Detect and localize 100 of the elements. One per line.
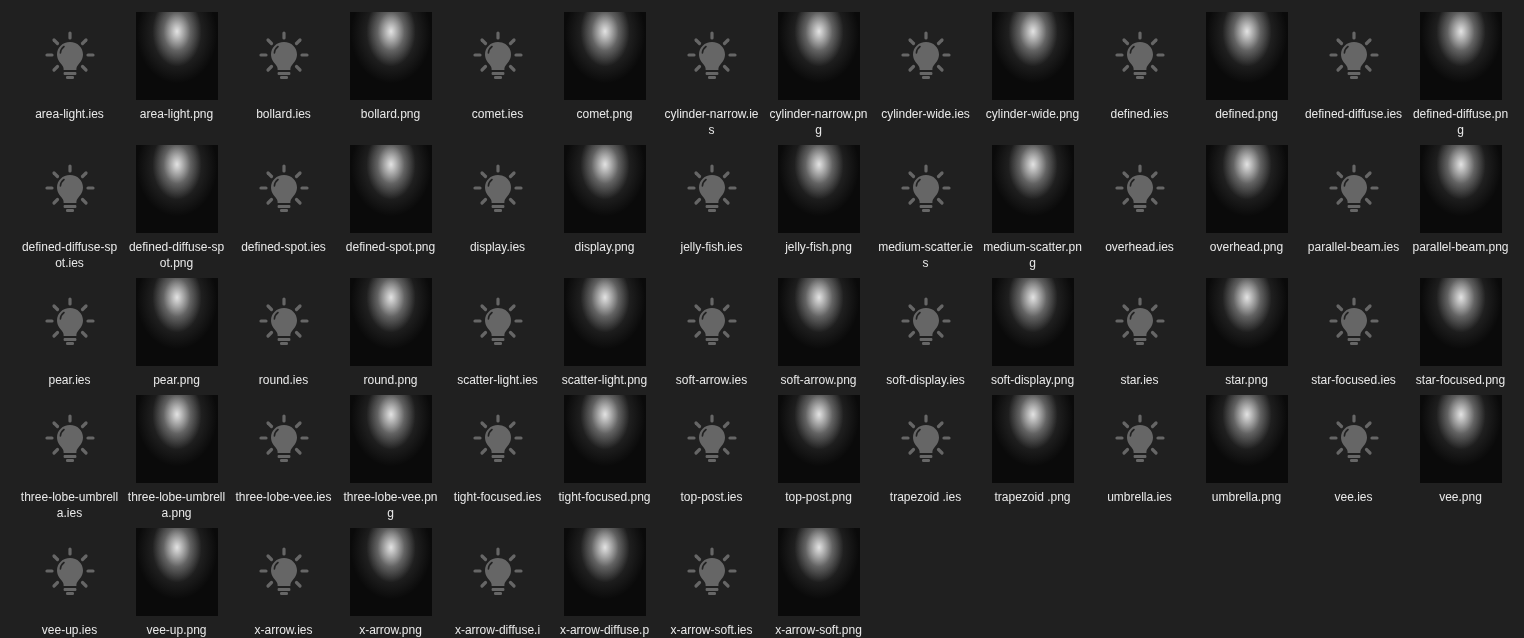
lightbulb-icon[interactable] bbox=[44, 547, 95, 597]
file-name[interactable]: jelly-fish.ies bbox=[661, 239, 762, 255]
light-preview-thumbnail[interactable] bbox=[135, 395, 218, 483]
lightbulb-icon[interactable] bbox=[900, 164, 951, 214]
light-preview-thumbnail[interactable] bbox=[135, 528, 218, 616]
lightbulb-icon[interactable] bbox=[686, 31, 737, 81]
file-name[interactable]: comet.ies bbox=[447, 106, 548, 122]
file-name[interactable]: top-post.ies bbox=[661, 489, 762, 505]
file-name[interactable]: cylinder-narrow.ies bbox=[661, 106, 762, 138]
file-name[interactable]: cylinder-wide.png bbox=[982, 106, 1083, 122]
file-name[interactable]: defined-diffuse-spot.png bbox=[126, 239, 227, 271]
file-name[interactable]: vee-up.png bbox=[126, 622, 227, 638]
file-name[interactable]: medium-scatter.ies bbox=[875, 239, 976, 271]
light-preview-thumbnail[interactable] bbox=[349, 395, 432, 483]
file-name[interactable]: soft-arrow.png bbox=[768, 372, 869, 388]
lightbulb-icon[interactable] bbox=[258, 297, 309, 347]
lightbulb-icon[interactable] bbox=[1114, 297, 1165, 347]
file-name[interactable]: x-arrow-diffuse.i bbox=[447, 622, 548, 638]
file-name[interactable]: overhead.ies bbox=[1089, 239, 1190, 255]
light-preview-thumbnail[interactable] bbox=[563, 528, 646, 616]
lightbulb-icon[interactable] bbox=[44, 164, 95, 214]
light-preview-thumbnail[interactable] bbox=[1419, 395, 1502, 483]
file-name[interactable]: parallel-beam.png bbox=[1410, 239, 1511, 255]
file-name[interactable]: star-focused.png bbox=[1410, 372, 1511, 388]
file-name[interactable]: defined-diffuse.ies bbox=[1303, 106, 1404, 122]
file-name[interactable]: display.ies bbox=[447, 239, 548, 255]
file-name[interactable]: three-lobe-vee.ies bbox=[233, 489, 334, 505]
file-name[interactable]: scatter-light.png bbox=[554, 372, 655, 388]
lightbulb-icon[interactable] bbox=[472, 297, 523, 347]
lightbulb-icon[interactable] bbox=[1328, 414, 1379, 464]
file-name[interactable]: soft-arrow.ies bbox=[661, 372, 762, 388]
file-name[interactable]: soft-display.ies bbox=[875, 372, 976, 388]
file-name[interactable]: trapezoid .png bbox=[982, 489, 1083, 505]
light-preview-thumbnail[interactable] bbox=[135, 12, 218, 100]
light-preview-thumbnail[interactable] bbox=[777, 528, 860, 616]
lightbulb-icon[interactable] bbox=[1114, 164, 1165, 214]
lightbulb-icon[interactable] bbox=[900, 297, 951, 347]
light-preview-thumbnail[interactable] bbox=[991, 395, 1074, 483]
light-preview-thumbnail[interactable] bbox=[777, 395, 860, 483]
file-name[interactable]: defined-diffuse-spot.ies bbox=[19, 239, 120, 271]
file-name[interactable]: comet.png bbox=[554, 106, 655, 122]
file-name[interactable]: bollard.ies bbox=[233, 106, 334, 122]
file-name[interactable]: umbrella.ies bbox=[1089, 489, 1190, 505]
lightbulb-icon[interactable] bbox=[44, 414, 95, 464]
file-name[interactable]: x-arrow.ies bbox=[233, 622, 334, 638]
lightbulb-icon[interactable] bbox=[1328, 31, 1379, 81]
file-name[interactable]: three-lobe-umbrella.png bbox=[126, 489, 227, 521]
lightbulb-icon[interactable] bbox=[686, 297, 737, 347]
lightbulb-icon[interactable] bbox=[900, 414, 951, 464]
file-name[interactable]: vee-up.ies bbox=[19, 622, 120, 638]
light-preview-thumbnail[interactable] bbox=[563, 395, 646, 483]
lightbulb-icon[interactable] bbox=[258, 547, 309, 597]
file-name[interactable]: x-arrow-soft.ies bbox=[661, 622, 762, 638]
light-preview-thumbnail[interactable] bbox=[563, 145, 646, 233]
file-name[interactable]: pear.ies bbox=[19, 372, 120, 388]
file-name[interactable]: three-lobe-vee.png bbox=[340, 489, 441, 521]
file-name[interactable]: vee.png bbox=[1410, 489, 1511, 505]
light-preview-thumbnail[interactable] bbox=[991, 145, 1074, 233]
file-name[interactable]: umbrella.png bbox=[1196, 489, 1297, 505]
light-preview-thumbnail[interactable] bbox=[135, 145, 218, 233]
light-preview-thumbnail[interactable] bbox=[349, 528, 432, 616]
file-name[interactable]: top-post.png bbox=[768, 489, 869, 505]
file-name[interactable]: pear.png bbox=[126, 372, 227, 388]
light-preview-thumbnail[interactable] bbox=[563, 278, 646, 366]
file-name[interactable]: cylinder-wide.ies bbox=[875, 106, 976, 122]
file-name[interactable]: round.png bbox=[340, 372, 441, 388]
file-name[interactable]: vee.ies bbox=[1303, 489, 1404, 505]
light-preview-thumbnail[interactable] bbox=[777, 278, 860, 366]
light-preview-thumbnail[interactable] bbox=[1205, 395, 1288, 483]
lightbulb-icon[interactable] bbox=[258, 164, 309, 214]
lightbulb-icon[interactable] bbox=[258, 31, 309, 81]
light-preview-thumbnail[interactable] bbox=[1419, 145, 1502, 233]
lightbulb-icon[interactable] bbox=[1328, 297, 1379, 347]
file-name[interactable]: jelly-fish.png bbox=[768, 239, 869, 255]
light-preview-thumbnail[interactable] bbox=[1419, 278, 1502, 366]
file-name[interactable]: bollard.png bbox=[340, 106, 441, 122]
lightbulb-icon[interactable] bbox=[472, 547, 523, 597]
file-name[interactable]: star-focused.ies bbox=[1303, 372, 1404, 388]
light-preview-thumbnail[interactable] bbox=[991, 12, 1074, 100]
lightbulb-icon[interactable] bbox=[686, 164, 737, 214]
file-name[interactable]: display.png bbox=[554, 239, 655, 255]
lightbulb-icon[interactable] bbox=[258, 414, 309, 464]
lightbulb-icon[interactable] bbox=[1114, 414, 1165, 464]
light-preview-thumbnail[interactable] bbox=[349, 278, 432, 366]
file-name[interactable]: defined-spot.png bbox=[340, 239, 441, 255]
lightbulb-icon[interactable] bbox=[472, 31, 523, 81]
file-name[interactable]: defined-spot.ies bbox=[233, 239, 334, 255]
file-name[interactable]: area-light.ies bbox=[19, 106, 120, 122]
light-preview-thumbnail[interactable] bbox=[1205, 278, 1288, 366]
file-name[interactable]: round.ies bbox=[233, 372, 334, 388]
file-name[interactable]: parallel-beam.ies bbox=[1303, 239, 1404, 255]
light-preview-thumbnail[interactable] bbox=[1205, 12, 1288, 100]
lightbulb-icon[interactable] bbox=[686, 547, 737, 597]
light-preview-thumbnail[interactable] bbox=[1419, 12, 1502, 100]
light-preview-thumbnail[interactable] bbox=[349, 12, 432, 100]
file-name[interactable]: x-arrow.png bbox=[340, 622, 441, 638]
file-name[interactable]: star.png bbox=[1196, 372, 1297, 388]
light-preview-thumbnail[interactable] bbox=[1205, 145, 1288, 233]
file-name[interactable]: defined-diffuse.png bbox=[1410, 106, 1511, 138]
file-name[interactable]: cylinder-narrow.png bbox=[768, 106, 869, 138]
